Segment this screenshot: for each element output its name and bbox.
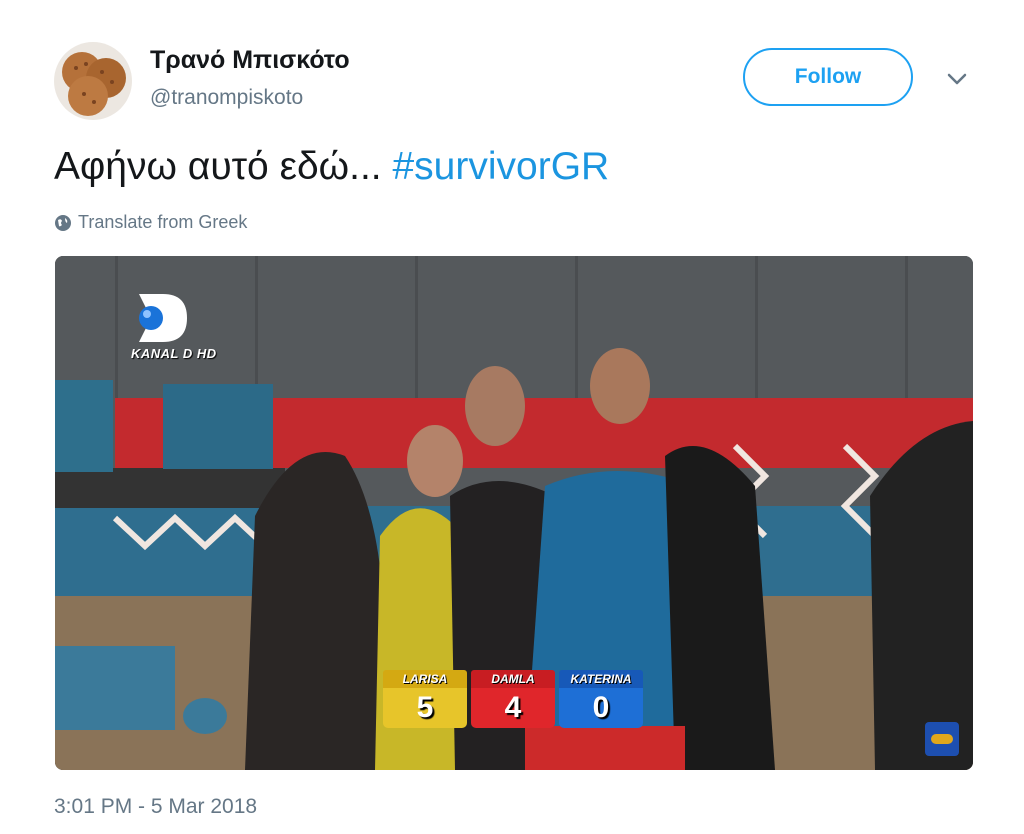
chevron-down-icon[interactable]	[944, 66, 970, 92]
tweet-media-image[interactable]: KANAL D HD LARISA 5 DAMLA 4 KATERINA 0	[55, 256, 973, 770]
score-larisa: LARISA 5	[383, 670, 467, 728]
tweet-timestamp[interactable]: 3:01 PM - 5 Mar 2018	[54, 795, 257, 819]
scoreboard: LARISA 5 DAMLA 4 KATERINA 0	[383, 670, 643, 728]
score-damla: DAMLA 4	[471, 670, 555, 728]
translate-label: Translate from Greek	[78, 212, 248, 232]
kanal-d-logo: KANAL D HD	[129, 290, 229, 366]
author-name[interactable]: Τρανό Μπισκότο	[150, 46, 350, 75]
survivor-logo-icon	[925, 722, 959, 756]
score-katerina: KATERINA 0	[559, 670, 643, 728]
tweet-body: Αφήνω αυτό εδώ...	[54, 145, 393, 188]
kanal-d-icon	[139, 294, 187, 342]
score-value: 5	[383, 688, 467, 728]
author-handle[interactable]: @tranompiskoto	[150, 86, 303, 110]
channel-logo-text: KANAL D HD	[131, 346, 217, 361]
score-name: KATERINA	[559, 670, 643, 688]
score-value: 0	[559, 688, 643, 728]
cookie-avatar-icon	[62, 52, 126, 116]
translate-link[interactable]: Translate from Greek	[54, 212, 247, 233]
tweet-text: Αφήνω αυτό εδώ... #survivorGR	[54, 145, 609, 189]
follow-button[interactable]: Follow	[743, 48, 913, 106]
globe-icon	[55, 214, 71, 231]
avatar[interactable]	[54, 42, 132, 120]
score-name: DAMLA	[471, 670, 555, 688]
score-name: LARISA	[383, 670, 467, 688]
score-value: 4	[471, 688, 555, 728]
hashtag-link[interactable]: #survivorGR	[392, 145, 609, 188]
